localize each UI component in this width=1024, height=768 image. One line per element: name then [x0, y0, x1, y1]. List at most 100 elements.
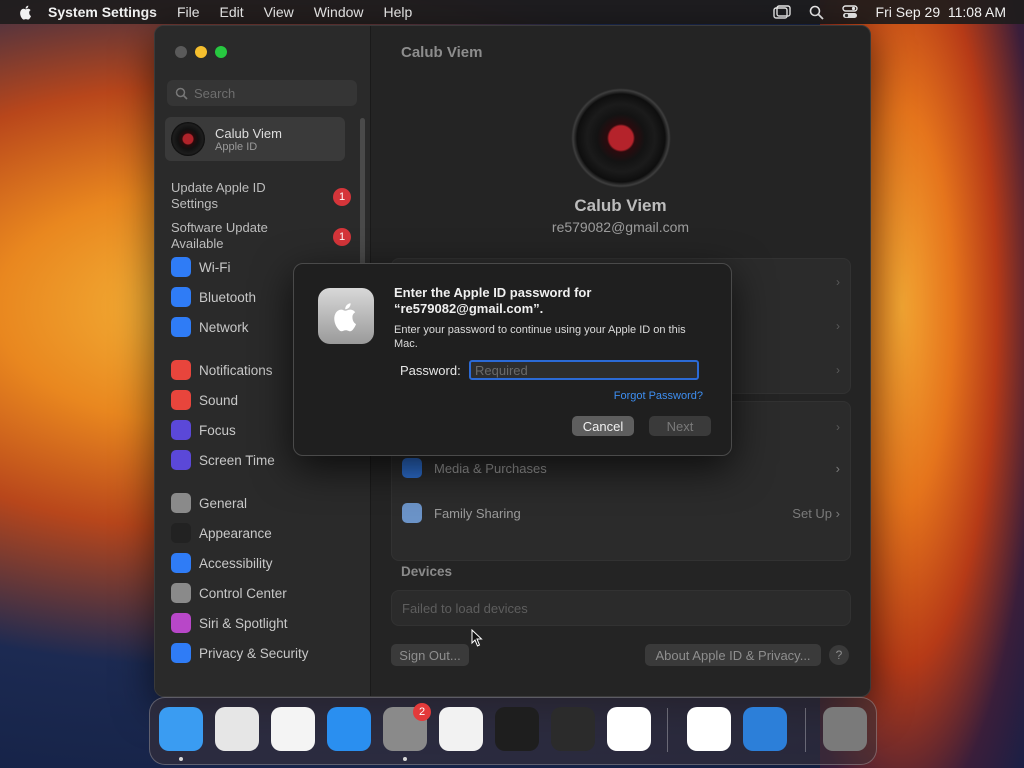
sidebar-item-siri-spotlight[interactable]: Siri & Spotlight	[171, 613, 288, 633]
sidebar-item-label: Screen Time	[199, 452, 275, 468]
notice-update-apple-id[interactable]: Update Apple ID Settings 1	[171, 180, 351, 212]
menu-help[interactable]: Help	[384, 4, 413, 20]
sidebar-item-screen-time[interactable]: Screen Time	[171, 450, 275, 470]
sidebar-item-notifications[interactable]: Notifications	[171, 360, 273, 380]
row-media-purchases[interactable]: Media & Purchases ›	[402, 458, 840, 478]
sidebar-item-sound[interactable]: Sound	[171, 390, 238, 410]
devices-status: Failed to load devices	[402, 601, 528, 616]
app-store-icon[interactable]	[327, 707, 371, 751]
menu-window[interactable]: Window	[314, 4, 364, 20]
dialog-title: Enter the Apple ID password for “re57908…	[394, 285, 592, 316]
vscode-icon[interactable]	[607, 707, 651, 751]
dock-separator	[805, 708, 806, 752]
running-indicator	[403, 757, 407, 761]
search-placeholder: Search	[194, 85, 236, 101]
weather-icon[interactable]	[743, 707, 787, 751]
row-label: Family Sharing	[434, 505, 521, 521]
minimize-window-button[interactable]	[195, 46, 207, 58]
app-store-icon	[402, 458, 422, 478]
finder-icon[interactable]	[159, 707, 203, 751]
sidebar-item-general[interactable]: General	[171, 493, 247, 513]
sidebar-item-label: Accessibility	[199, 555, 273, 571]
about-privacy-button[interactable]: About Apple ID & Privacy...	[645, 644, 821, 666]
help-button[interactable]: ?	[829, 645, 849, 665]
search-icon	[175, 87, 188, 100]
chevron-right-icon: ›	[836, 420, 840, 434]
forgot-password-link[interactable]: Forgot Password?	[614, 390, 703, 402]
wifi-icon	[171, 257, 191, 277]
notice-badge: 1	[333, 188, 351, 206]
devices-card: Failed to load devices	[391, 590, 851, 626]
sidebar-item-appearance[interactable]: Appearance	[171, 523, 272, 543]
menu-view[interactable]: View	[264, 4, 294, 20]
family-setup-link[interactable]: Set Up ›	[792, 506, 840, 521]
garageband-icon[interactable]	[551, 707, 595, 751]
sidebar-item-label: Siri & Spotlight	[199, 615, 288, 631]
pane-title: Calub Viem	[401, 44, 483, 61]
sidebar-item-wi-fi[interactable]: Wi-Fi	[171, 257, 230, 277]
sidebar-search[interactable]: Search	[167, 80, 357, 106]
profile-avatar[interactable]	[571, 88, 671, 188]
sidebar-item-bluetooth[interactable]: Bluetooth	[171, 287, 256, 307]
dock: 2	[149, 697, 877, 765]
running-indicator	[179, 757, 183, 761]
dock-badge: 2	[413, 703, 431, 721]
window-controls	[175, 46, 227, 58]
network-icon	[171, 317, 191, 337]
zoom-window-button[interactable]	[215, 46, 227, 58]
avatar	[171, 122, 205, 156]
bell-icon	[171, 360, 191, 380]
chevron-right-icon: ›	[836, 275, 840, 289]
terminal-icon[interactable]	[495, 707, 539, 751]
sidebar-item-label: Control Center	[199, 585, 287, 601]
hand-icon	[171, 643, 191, 663]
moon-icon	[171, 420, 191, 440]
control-center-icon[interactable]	[841, 5, 858, 19]
sidebar-item-network[interactable]: Network	[171, 317, 249, 337]
menu-app-name[interactable]: System Settings	[48, 4, 157, 20]
notice-software-update[interactable]: Software Update Available 1	[171, 220, 351, 252]
chevron-right-icon: ›	[836, 319, 840, 333]
sign-out-button[interactable]: Sign Out...	[391, 644, 469, 666]
sidebar-item-label: Notifications	[199, 362, 273, 378]
profile-email: re579082@gmail.com	[551, 219, 690, 235]
sidebar-item-focus[interactable]: Focus	[171, 420, 236, 440]
spotlight-search-icon[interactable]	[809, 5, 824, 20]
chevron-right-icon: ›	[836, 363, 840, 377]
account-name: Calub Viem	[215, 125, 282, 141]
notice-badge: 1	[333, 228, 351, 246]
menu-clock[interactable]: Fri Sep 29 11:08 AM	[876, 4, 1006, 20]
screen-mirroring-icon[interactable]	[772, 5, 791, 19]
password-field[interactable]	[469, 360, 699, 380]
family-sharing-icon	[402, 503, 422, 523]
sidebar-scrollbar[interactable]	[360, 118, 365, 266]
cancel-button[interactable]: Cancel	[572, 416, 634, 436]
row-family-sharing[interactable]: Family Sharing Set Up ›	[402, 503, 840, 523]
visual-studio-icon[interactable]	[687, 707, 731, 751]
sidebar-item-label: Wi-Fi	[199, 259, 231, 275]
apple-logo-icon	[318, 288, 374, 344]
menu-file[interactable]: File	[177, 4, 200, 20]
sidebar-item-apple-id[interactable]: Calub Viem Apple ID	[165, 117, 345, 161]
launchpad-icon[interactable]	[215, 707, 259, 751]
next-button[interactable]: Next	[649, 416, 711, 436]
sidebar-item-privacy-security[interactable]: Privacy & Security	[171, 643, 309, 663]
safari-icon[interactable]	[271, 707, 315, 751]
sidebar-item-label: Bluetooth	[199, 289, 257, 305]
appearance-icon	[171, 523, 191, 543]
gear-icon	[171, 493, 191, 513]
textedit-icon[interactable]	[439, 707, 483, 751]
password-dialog: Enter the Apple ID password for “re57908…	[293, 263, 732, 456]
menu-edit[interactable]: Edit	[220, 4, 244, 20]
chevron-right-icon: ›	[835, 460, 840, 476]
account-subtitle: Apple ID	[215, 140, 258, 153]
sidebar-item-label: Sound	[199, 392, 239, 408]
close-window-button[interactable]	[175, 46, 187, 58]
trash-icon[interactable]	[823, 707, 867, 751]
apple-menu-icon[interactable]	[18, 4, 34, 20]
profile-name: Calub Viem	[574, 196, 667, 215]
sidebar-item-control-center[interactable]: Control Center	[171, 583, 287, 603]
sidebar-item-label: Privacy & Security	[199, 645, 309, 661]
bluetooth-icon	[171, 287, 191, 307]
sidebar-item-accessibility[interactable]: Accessibility	[171, 553, 273, 573]
